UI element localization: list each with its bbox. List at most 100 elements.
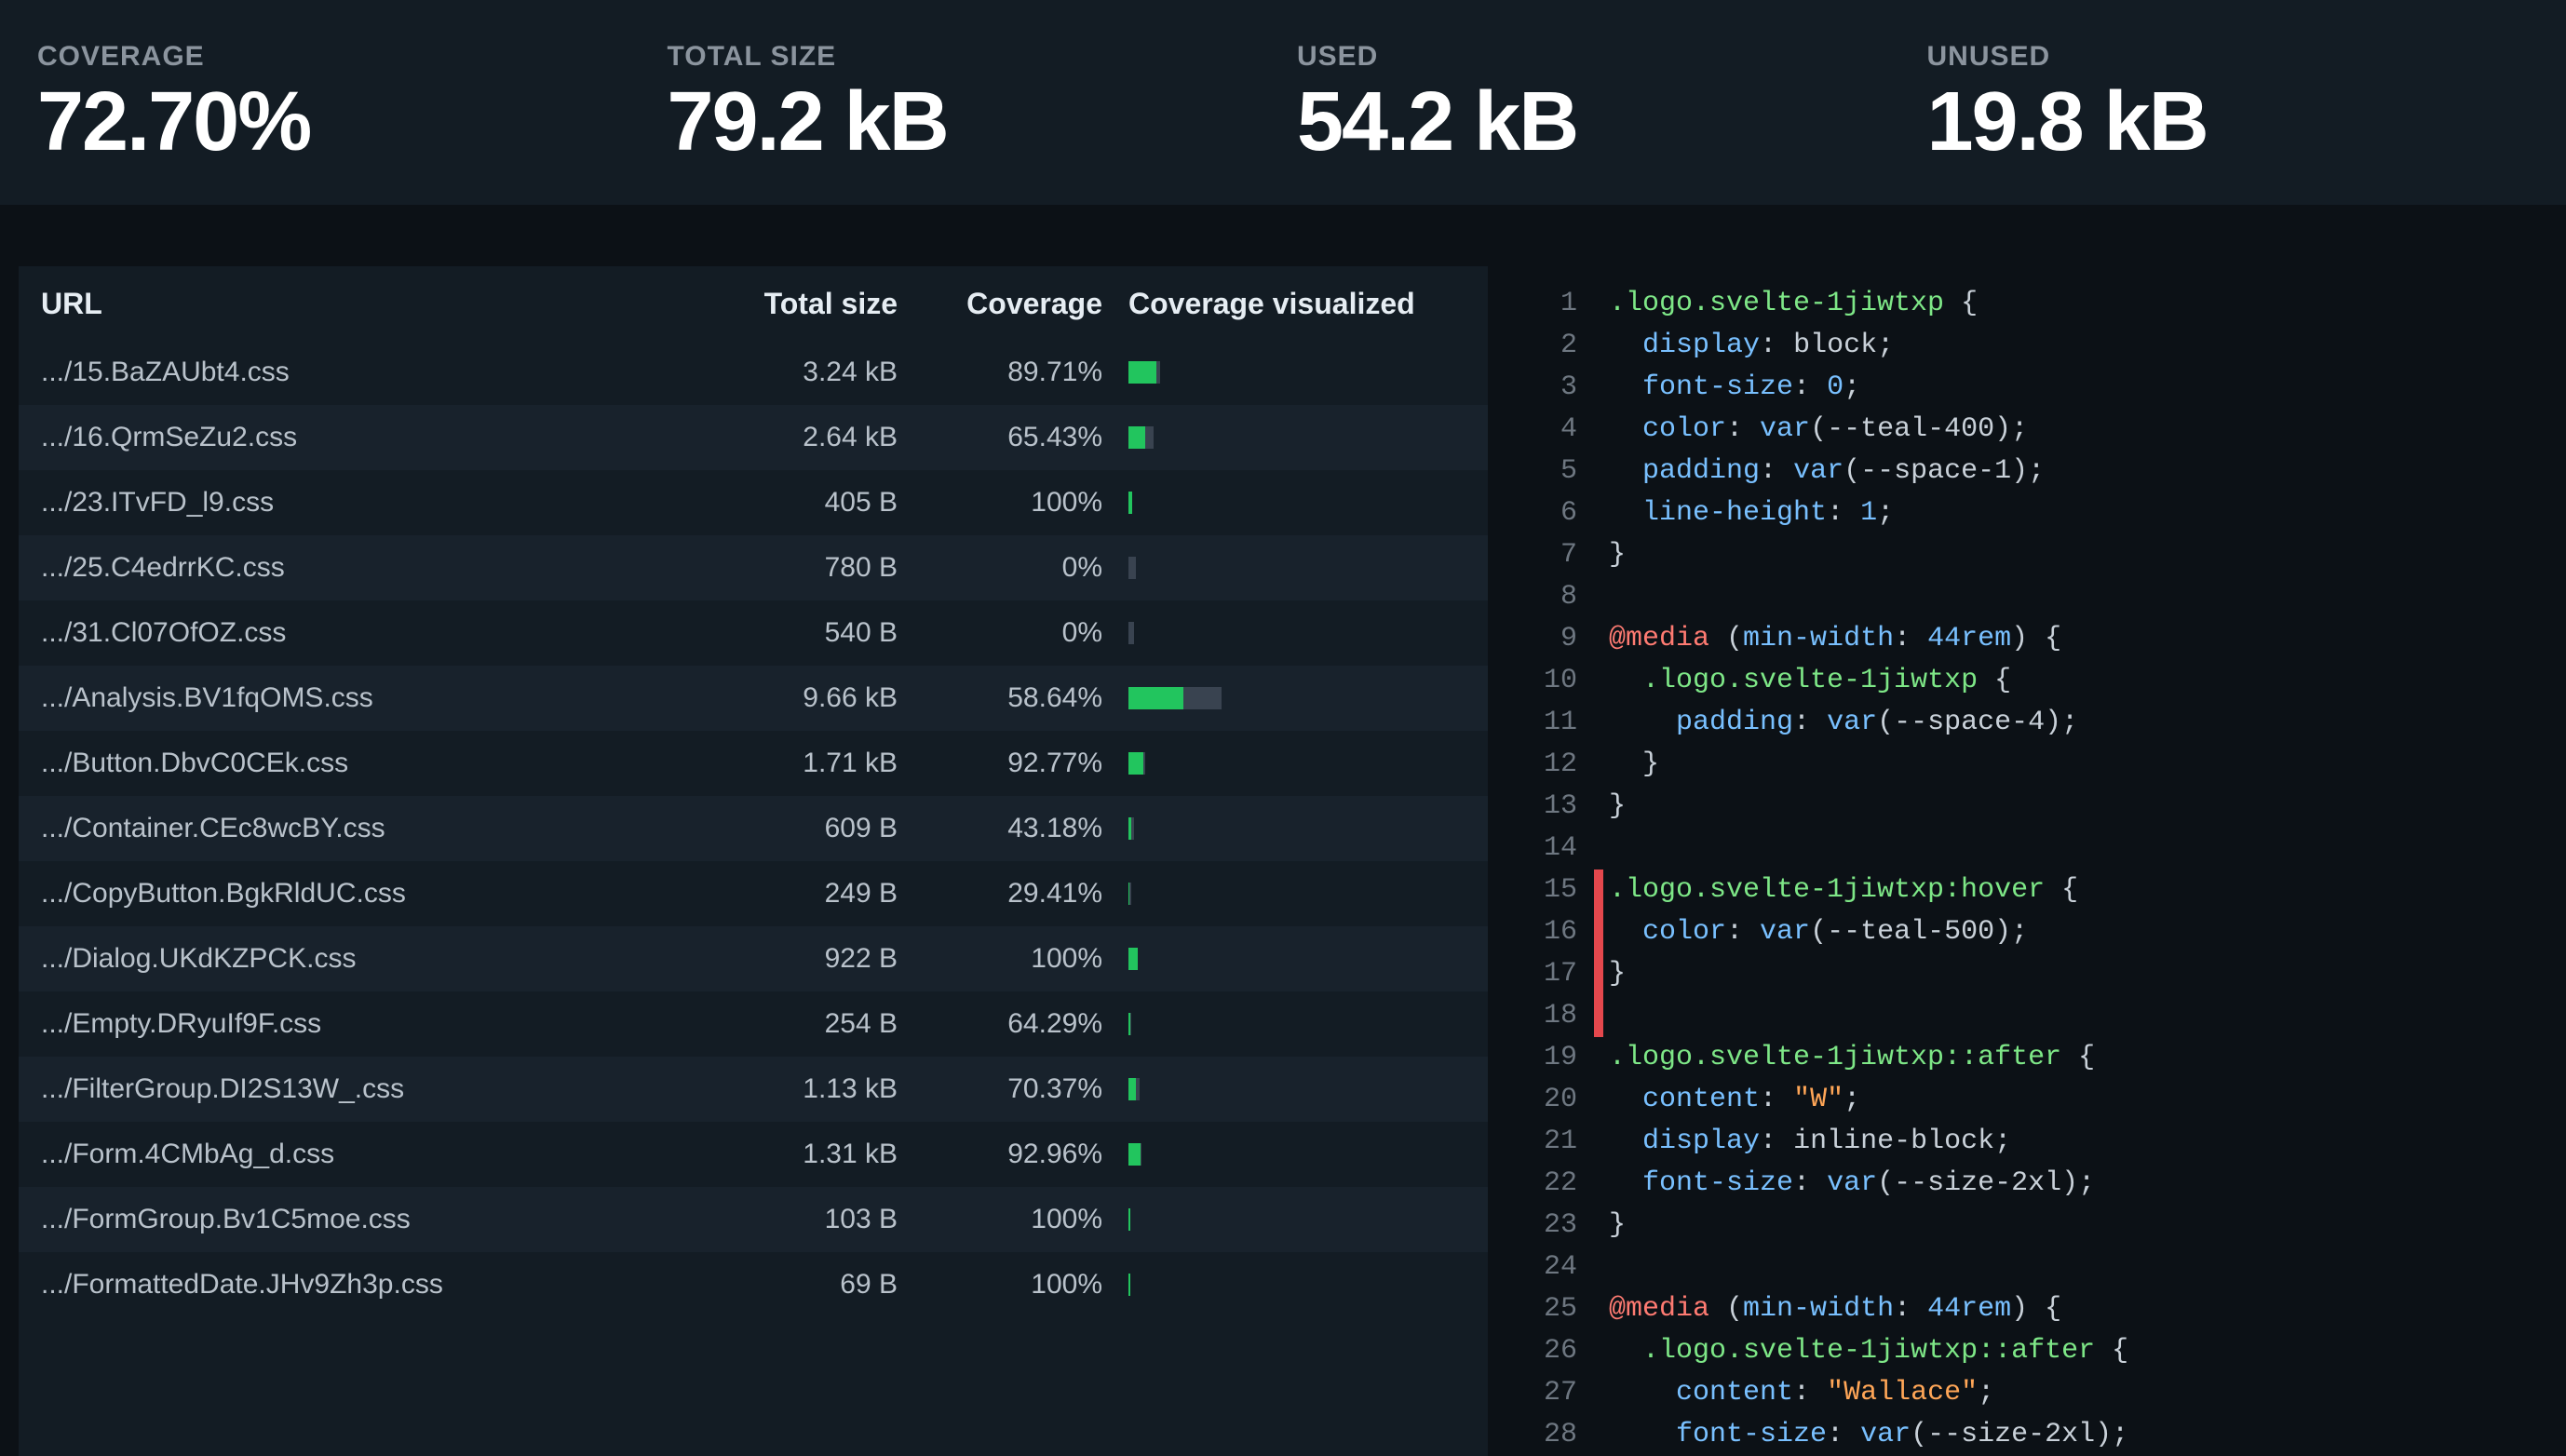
line-number: 22	[1512, 1163, 1594, 1205]
code-line[interactable]: 15.logo.svelte-1jiwtxp:hover {	[1512, 870, 2547, 911]
code-line[interactable]: 26 .logo.svelte-1jiwtxp::after {	[1512, 1330, 2547, 1372]
code-line[interactable]: 6 line-height: 1;	[1512, 492, 2547, 534]
summary-unused: UNUSED 19.8 kB	[1927, 41, 2530, 164]
header-total-size[interactable]: Total size	[693, 287, 898, 321]
bar-unused	[1143, 752, 1144, 775]
cell-url: .../Button.DbvC0CEk.css	[41, 748, 693, 779]
source-panel[interactable]: 1.logo.svelte-1jiwtxp {2 display: block;…	[1512, 266, 2547, 1456]
cell-total-size: 922 B	[693, 943, 898, 975]
used-marker	[1594, 1372, 1603, 1414]
code-line[interactable]: 10 .logo.svelte-1jiwtxp {	[1512, 660, 2547, 702]
table-row[interactable]: .../Form.4CMbAg_d.css1.31 kB92.96%	[19, 1122, 1488, 1187]
table-row[interactable]: .../16.QrmSeZu2.css2.64 kB65.43%	[19, 405, 1488, 470]
summary-total-size: TOTAL SIZE 79.2 kB	[668, 41, 1270, 164]
table-row[interactable]: .../Empty.DRyuIf9F.css254 B64.29%	[19, 991, 1488, 1057]
line-number: 20	[1512, 1079, 1594, 1121]
code-line[interactable]: 23}	[1512, 1205, 2547, 1247]
bar-used	[1128, 1143, 1141, 1166]
code-text: display: block;	[1609, 325, 1894, 367]
cell-url: .../Empty.DRyuIf9F.css	[41, 1008, 693, 1040]
cell-visualized	[1102, 1208, 1465, 1231]
cell-visualized	[1102, 557, 1465, 579]
code-line[interactable]: 8	[1512, 576, 2547, 618]
code-line[interactable]: 25@media (min-width: 44rem) {	[1512, 1288, 2547, 1330]
code-line[interactable]: 18	[1512, 995, 2547, 1037]
code-line[interactable]: 1.logo.svelte-1jiwtxp {	[1512, 283, 2547, 325]
code-text: font-size: var(--size-2xl);	[1609, 1414, 2128, 1456]
table-row[interactable]: .../23.ITvFD_l9.css405 B100%	[19, 470, 1488, 535]
bar-unused	[1136, 1078, 1139, 1100]
code-line[interactable]: 13}	[1512, 786, 2547, 828]
table-row[interactable]: .../FormGroup.Bv1C5moe.css103 B100%	[19, 1187, 1488, 1252]
code-line[interactable]: 12 }	[1512, 744, 2547, 786]
line-number: 28	[1512, 1414, 1594, 1456]
bar-used	[1128, 1208, 1130, 1231]
cell-total-size: 405 B	[693, 487, 898, 519]
code-text	[1609, 1247, 1626, 1288]
code-line[interactable]: 28 font-size: var(--size-2xl);	[1512, 1414, 2547, 1456]
header-coverage[interactable]: Coverage	[898, 287, 1102, 321]
used-marker	[1594, 660, 1603, 702]
line-number: 8	[1512, 576, 1594, 618]
used-marker	[1594, 1079, 1603, 1121]
cell-coverage: 92.77%	[898, 748, 1102, 779]
bar-unused	[1145, 426, 1154, 449]
code-line[interactable]: 21 display: inline-block;	[1512, 1121, 2547, 1163]
code-text: content: "W";	[1609, 1079, 1860, 1121]
summary-coverage-label: COVERAGE	[37, 41, 640, 73]
cell-url: .../FilterGroup.DI2S13W_.css	[41, 1073, 693, 1105]
bar-unused	[1131, 817, 1135, 840]
code-line[interactable]: 20 content: "W";	[1512, 1079, 2547, 1121]
cell-visualized	[1102, 1013, 1465, 1035]
table-row[interactable]: .../Container.CEc8wcBY.css609 B43.18%	[19, 796, 1488, 861]
line-number: 12	[1512, 744, 1594, 786]
table-row[interactable]: .../25.C4edrrKC.css780 B0%	[19, 535, 1488, 600]
used-marker	[1594, 492, 1603, 534]
code-line[interactable]: 7}	[1512, 534, 2547, 576]
cell-coverage: 70.37%	[898, 1073, 1102, 1105]
code-line[interactable]: 9@media (min-width: 44rem) {	[1512, 618, 2547, 660]
line-number: 14	[1512, 828, 1594, 870]
used-marker	[1594, 702, 1603, 744]
cell-visualized	[1102, 361, 1465, 384]
table-row[interactable]: .../15.BaZAUbt4.css3.24 kB89.71%	[19, 340, 1488, 405]
table-row[interactable]: .../CopyButton.BgkRldUC.css249 B29.41%	[19, 861, 1488, 926]
bar-used	[1128, 1274, 1130, 1296]
code-line[interactable]: 24	[1512, 1247, 2547, 1288]
code-line[interactable]: 3 font-size: 0;	[1512, 367, 2547, 409]
code-text: font-size: 0;	[1609, 367, 1860, 409]
used-marker	[1594, 1330, 1603, 1372]
code-line[interactable]: 17}	[1512, 953, 2547, 995]
code-text: content: "Wallace";	[1609, 1372, 1994, 1414]
cell-total-size: 254 B	[693, 1008, 898, 1040]
table-row[interactable]: .../Dialog.UKdKZPCK.css922 B100%	[19, 926, 1488, 991]
table-row[interactable]: .../FormattedDate.JHv9Zh3p.css69 B100%	[19, 1252, 1488, 1317]
code-text: .logo.svelte-1jiwtxp {	[1609, 283, 1978, 325]
table-row[interactable]: .../FilterGroup.DI2S13W_.css1.13 kB70.37…	[19, 1057, 1488, 1122]
code-line[interactable]: 4 color: var(--teal-400);	[1512, 409, 2547, 451]
used-marker	[1594, 283, 1603, 325]
table-row[interactable]: .../Analysis.BV1fqOMS.css9.66 kB58.64%	[19, 666, 1488, 731]
table-row[interactable]: .../31.Cl07OfOZ.css540 B0%	[19, 600, 1488, 666]
header-url[interactable]: URL	[41, 287, 693, 321]
cell-url: .../Dialog.UKdKZPCK.css	[41, 943, 693, 975]
code-line[interactable]: 11 padding: var(--space-4);	[1512, 702, 2547, 744]
cell-visualized	[1102, 687, 1465, 709]
code-line[interactable]: 27 content: "Wallace";	[1512, 1372, 2547, 1414]
code-line[interactable]: 22 font-size: var(--size-2xl);	[1512, 1163, 2547, 1205]
line-number: 3	[1512, 367, 1594, 409]
code-line[interactable]: 5 padding: var(--space-1);	[1512, 451, 2547, 492]
cell-visualized	[1102, 1274, 1465, 1296]
cell-coverage: 58.64%	[898, 682, 1102, 714]
code-line[interactable]: 16 color: var(--teal-500);	[1512, 911, 2547, 953]
code-line[interactable]: 14	[1512, 828, 2547, 870]
code-line[interactable]: 19.logo.svelte-1jiwtxp::after {	[1512, 1037, 2547, 1079]
code-text: }	[1609, 744, 1659, 786]
used-marker	[1594, 744, 1603, 786]
header-visualized[interactable]: Coverage visualized	[1102, 287, 1465, 321]
summary-used-value: 54.2 kB	[1297, 80, 1899, 164]
table-row[interactable]: .../Button.DbvC0CEk.css1.71 kB92.77%	[19, 731, 1488, 796]
cell-visualized	[1102, 817, 1465, 840]
code-line[interactable]: 2 display: block;	[1512, 325, 2547, 367]
source-code[interactable]: 1.logo.svelte-1jiwtxp {2 display: block;…	[1512, 283, 2547, 1456]
